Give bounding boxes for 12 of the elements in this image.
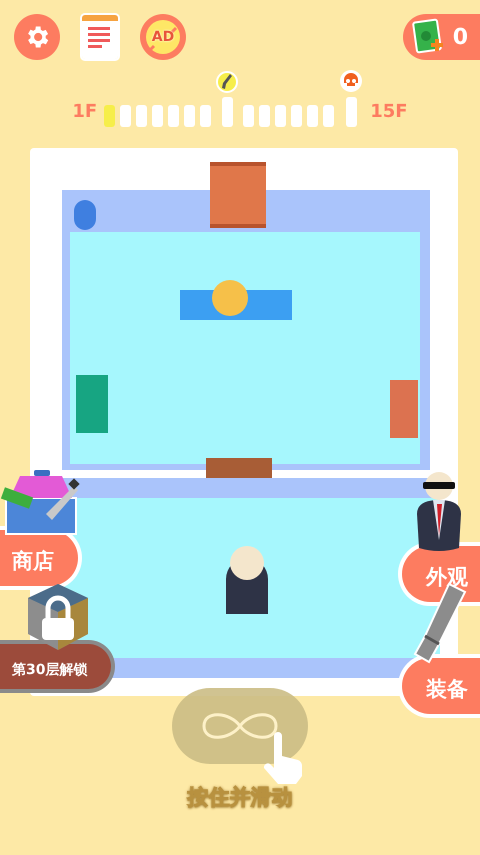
prohibited-slash-icon	[146, 20, 180, 54]
menu-button[interactable]: 装备	[398, 654, 480, 718]
hint-text: 按住并滑动	[188, 784, 292, 811]
notebook-icon	[82, 15, 118, 59]
end-floor-label: 15F	[370, 100, 408, 124]
start-floor-label: 1F	[72, 100, 98, 124]
notebook-button[interactable]	[80, 13, 120, 61]
settings-button[interactable]	[14, 14, 60, 60]
skull-icon	[339, 69, 364, 93]
cash-amount: 0	[452, 24, 468, 52]
locked-feature-button[interactable]: 第30层解锁	[0, 640, 116, 693]
no-ads-button[interactable]: AD	[140, 14, 186, 60]
